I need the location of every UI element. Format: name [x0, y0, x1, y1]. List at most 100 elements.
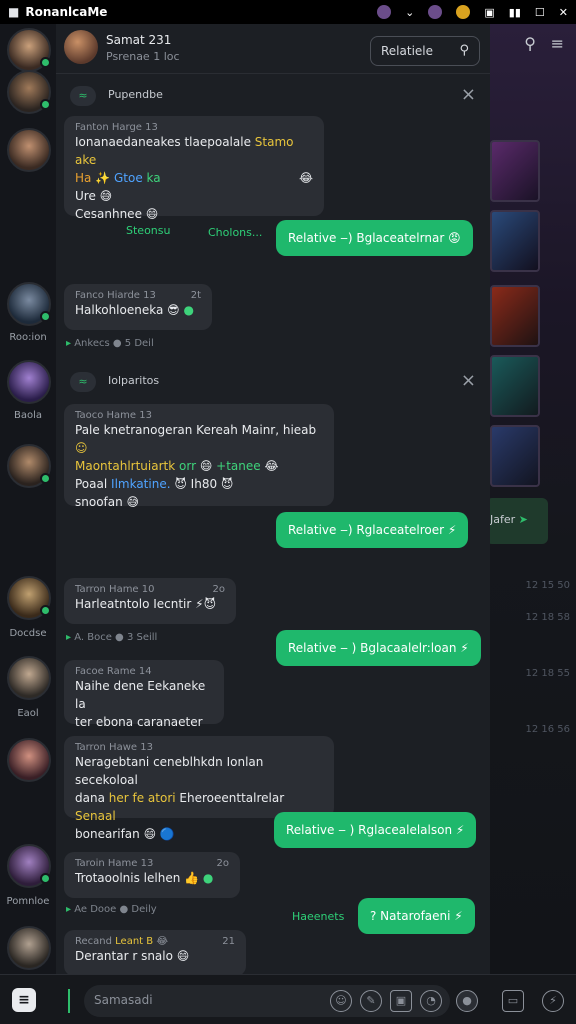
section-label: Pupendbe: [108, 88, 163, 101]
message-meta: Taoco Hame 13: [75, 410, 152, 421]
message-text: Ha ✨ Gtoe ka 😂: [75, 171, 313, 185]
online-indicator: [40, 873, 51, 884]
menu-icon[interactable]: ≡: [12, 988, 36, 1012]
media-thumbnail[interactable]: [490, 140, 540, 202]
contact-label: Baola: [13, 410, 42, 421]
media-thumbnail[interactable]: [490, 355, 540, 417]
window-icon[interactable]: ☐: [535, 6, 545, 19]
outgoing-message[interactable]: ? Natarofaeni ⚡: [358, 898, 475, 934]
chevron-down-icon[interactable]: ⌄: [405, 6, 414, 19]
close-icon[interactable]: ✕: [559, 6, 568, 19]
message-meta: Tarron Hame 10 2o: [75, 584, 225, 595]
message-text: Poaal Ilmkatine. 😈 Ih80 😈: [75, 477, 234, 491]
outgoing-message[interactable]: Relative ‒ ) Rglacealelalson ⚡: [274, 812, 477, 848]
message-text: Naihe dene Eekaneke la: [75, 679, 206, 711]
signal-wave-icon: ≈: [70, 86, 96, 106]
message-text: Neragebtani ceneblhkdn Ionlan secekoloal: [75, 755, 264, 787]
online-indicator: [40, 473, 51, 484]
contact-avatar[interactable]: [7, 70, 51, 114]
online-indicator: [40, 605, 51, 616]
online-indicator: [40, 57, 51, 68]
message-text: Ionanaedaneakes tlaepoalale Stamo ake: [75, 135, 294, 167]
chat-avatar[interactable]: [64, 30, 98, 64]
contact-label: Docdse: [9, 628, 47, 639]
incoming-message[interactable]: Tarron Hawe 13 Neragebtani ceneblhkdn Io…: [64, 736, 334, 841]
outgoing-message[interactable]: Relative ‒) Rglaceatelroer ⚡: [276, 512, 469, 548]
message-text: Cesanhnee 😄: [75, 207, 159, 221]
send-icon: ➤: [518, 513, 528, 526]
time-label: 12 18 55: [525, 668, 570, 679]
side-label[interactable]: Jafer ➤: [486, 498, 548, 544]
contact-avatar[interactable]: [7, 360, 51, 404]
incoming-message[interactable]: Taroin Hame 13 2o Trotaoolnis lelhen 👍 ●: [64, 852, 240, 898]
message-text: Trotaoolnis lelhen 👍 ●: [75, 871, 214, 885]
avatar-icon[interactable]: [428, 5, 443, 19]
search-input[interactable]: Relatiele ⚲: [370, 36, 480, 66]
time-label: 12 16 56: [525, 724, 570, 735]
message-placeholder: Samasadi: [94, 993, 153, 1007]
time-label: 12 18 58: [525, 612, 570, 623]
incoming-message[interactable]: Taoco Hame 13 Pale knetranogeran Kereah …: [64, 404, 334, 509]
close-icon[interactable]: ×: [461, 370, 476, 391]
message-text: Relative ‒ ) Bglacaalelr:loan: [288, 641, 457, 655]
chat-title: Samat 231: [106, 33, 172, 47]
media-thumbnail[interactable]: [490, 210, 540, 272]
contact-avatar[interactable]: [7, 444, 51, 488]
time-label: 12 15 50: [525, 580, 570, 591]
read-status: ▸ A. Boce ● 3 Seill: [66, 632, 158, 643]
contact-avatar[interactable]: [7, 576, 51, 620]
folder-icon[interactable]: ▭: [502, 990, 524, 1012]
message-meta: Fanton Harge 13: [75, 122, 158, 133]
online-indicator: [40, 99, 51, 110]
coin-icon[interactable]: [456, 5, 471, 19]
outgoing-message[interactable]: Relative ‒) Bglaceatelrnar 😡: [276, 220, 473, 256]
message-text: snoofan 😅: [75, 495, 140, 509]
message-text: ? Natarofaeni: [370, 909, 451, 923]
section-header: ≈ Pupendbe ×: [64, 80, 482, 112]
contact-avatar[interactable]: [7, 844, 51, 888]
chat-subtitle: Psrenae 1 loc: [106, 50, 180, 63]
outgoing-message[interactable]: Relative ‒ ) Bglacaalelr:loan ⚡: [276, 630, 481, 666]
search-icon[interactable]: ⚲: [524, 34, 536, 53]
menu-icon[interactable]: ≡: [551, 34, 564, 53]
mic-icon[interactable]: ●: [456, 990, 478, 1012]
message-meta: Recand Leant B 😂 21: [75, 936, 235, 947]
media-thumbnail[interactable]: [490, 285, 540, 347]
message-text: Relative ‒ ) Rglacealelalson: [286, 823, 453, 837]
attach-icon[interactable]: ✎: [360, 990, 382, 1012]
message-meta: Fanco Hiarde 13 2t: [75, 290, 201, 301]
clock-icon[interactable]: ◔: [420, 990, 442, 1012]
contact-avatar[interactable]: [7, 282, 51, 326]
contact-avatar[interactable]: [7, 926, 51, 970]
chat-header: Samat 231 Psrenae 1 loc Relatiele ⚲: [56, 24, 490, 74]
incoming-message[interactable]: Fanton Harge 13 Ionanaedaneakes tlaepoal…: [64, 116, 324, 221]
contact-avatar[interactable]: [7, 656, 51, 700]
message-meta: Taroin Hame 13 2o: [75, 858, 229, 869]
contact-avatar[interactable]: [7, 738, 51, 782]
contact-label: Eaol: [17, 708, 39, 719]
status-bar: ■ RonanlcaMe ⌄ ▣ ▮▮ ☐ ✕: [0, 0, 576, 24]
contact-avatar[interactable]: [7, 128, 51, 172]
message-text: Harleatntolo Iecntir ⚡😈: [75, 597, 217, 611]
status-label: Steonsu: [126, 224, 171, 237]
message-text: Relative ‒) Rglaceatelroer: [288, 523, 445, 537]
close-icon[interactable]: ×: [461, 84, 476, 105]
incoming-message[interactable]: Fanco Hiarde 13 2t Halkohloeneka 😎 ●: [64, 284, 212, 330]
app-logo-icon: ■: [8, 5, 20, 19]
side-label-text: Jafer: [490, 513, 516, 526]
image-icon[interactable]: ▣: [390, 990, 412, 1012]
profile-icon[interactable]: [377, 5, 392, 19]
incoming-message[interactable]: Tarron Hame 10 2o Harleatntolo Iecntir ⚡😈: [64, 578, 236, 624]
media-thumbnail[interactable]: [490, 425, 540, 487]
signal-icon: ▮▮: [508, 5, 521, 19]
battery-icon: ▣: [484, 5, 495, 19]
incoming-message[interactable]: Recand Leant B 😂 21 Derantar r snalo 😄: [64, 930, 246, 974]
emoji-icon[interactable]: ☺: [330, 990, 352, 1012]
status-label[interactable]: Cholons...: [208, 226, 262, 239]
contact-avatar[interactable]: [7, 28, 51, 72]
incoming-message[interactable]: Facoe Rame 14 Naihe dene Eekaneke la ter…: [64, 660, 224, 747]
signal-wave-icon: ≈: [70, 372, 96, 392]
send-icon[interactable]: ⚡: [542, 990, 564, 1012]
section-label: Iolparitos: [108, 374, 160, 387]
online-indicator: [40, 311, 51, 322]
